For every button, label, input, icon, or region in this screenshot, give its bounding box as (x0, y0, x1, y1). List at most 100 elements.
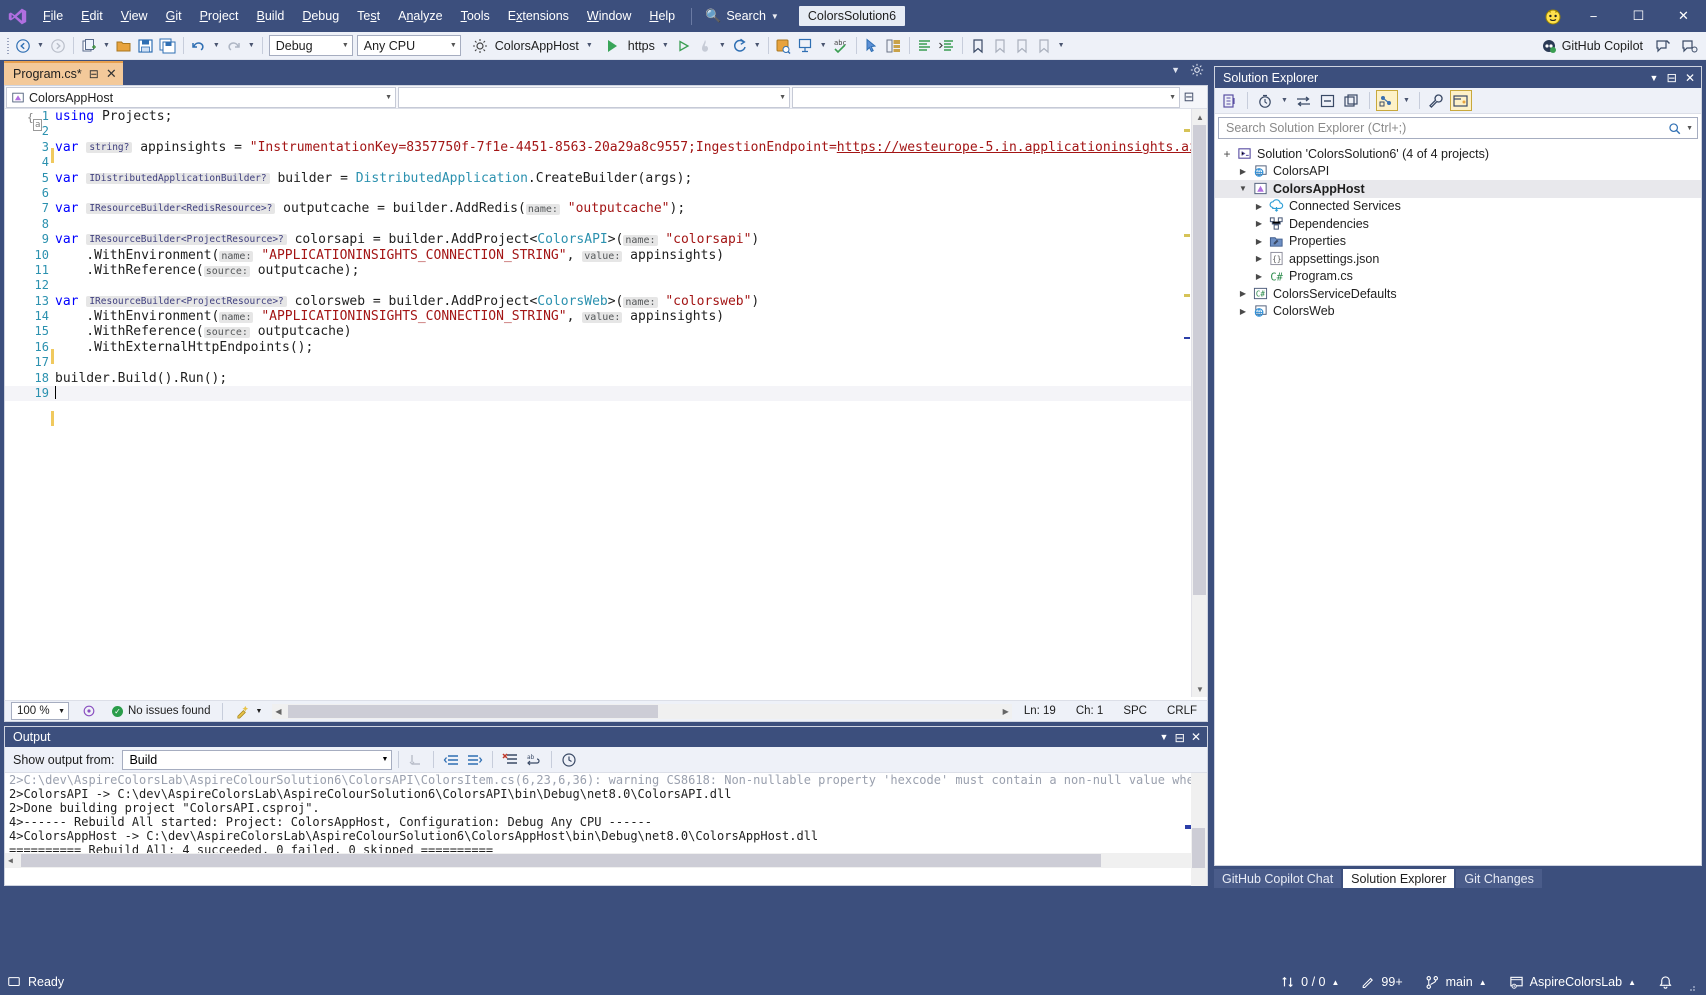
source-control-sync[interactable]: 0 / 0 ▲ (1270, 969, 1350, 995)
tree-item-colorsapphost[interactable]: ▼ColorsAppHost (1215, 180, 1701, 198)
hot-reload-icon[interactable] (694, 35, 716, 57)
tab-program-cs[interactable]: Program.cs* ⊟ ✕ (4, 61, 123, 85)
nav-type-combo[interactable]: ▼ (398, 87, 790, 108)
toolbar-grip[interactable] (4, 37, 12, 55)
scroll-right-icon[interactable]: ▶ (1003, 707, 1009, 716)
nav-member-combo[interactable]: ▼ (792, 87, 1180, 108)
output-vertical-scrollbar[interactable] (1191, 773, 1207, 886)
menu-build[interactable]: Build (248, 4, 294, 28)
output-source-combo[interactable]: Build ▼ (122, 750, 392, 770)
menu-test[interactable]: Test (348, 4, 389, 28)
tab-github-copilot-chat[interactable]: GitHub Copilot Chat (1214, 869, 1341, 888)
output-horizontal-scrollbar[interactable]: ◀ (5, 853, 1191, 868)
search-options-icon[interactable]: ▼ (1681, 125, 1693, 132)
menu-window[interactable]: Window (578, 4, 640, 28)
close-icon[interactable]: ✕ (1685, 71, 1695, 85)
minimize-button[interactable]: − (1571, 0, 1616, 32)
chevron-right-icon[interactable]: ▶ (1251, 272, 1267, 281)
pin-icon[interactable]: ⊟ (1666, 70, 1676, 85)
toolbar-overflow-icon[interactable]: ▼ (1055, 42, 1068, 49)
new-project-icon[interactable] (78, 35, 100, 57)
start-without-debugging-icon[interactable] (672, 35, 694, 57)
next-bookmark-icon[interactable] (1011, 35, 1033, 57)
solution-view-toggle-icon[interactable] (1376, 90, 1398, 111)
window-resize-grip[interactable] (1684, 969, 1698, 995)
maximize-button[interactable]: ☐ (1616, 0, 1661, 32)
tree-item-properties[interactable]: ▶Properties (1215, 233, 1701, 251)
issues-status[interactable]: ✓ No issues found (104, 705, 218, 717)
tab-git-changes[interactable]: Git Changes (1456, 869, 1541, 888)
startup-project-label[interactable]: ColorsAppHost (491, 39, 583, 53)
redo-dropdown-icon[interactable]: ▼ (245, 42, 258, 49)
toggle-word-wrap-icon[interactable]: ab (523, 749, 545, 771)
previous-message-icon[interactable] (440, 749, 462, 771)
indent-icon[interactable] (936, 35, 958, 57)
split-view-icon[interactable]: ⊟ (1181, 86, 1197, 108)
tree-item-solution-colorssolution6-4-of-4-projects[interactable]: +Solution 'ColorsSolution6' (4 of 4 proj… (1215, 145, 1701, 163)
new-project-dropdown-icon[interactable]: ▼ (100, 42, 113, 49)
close-icon[interactable]: ✕ (106, 66, 117, 82)
undo-icon[interactable] (188, 35, 210, 57)
navigate-backward-dropdown-icon[interactable]: ▼ (34, 42, 47, 49)
run-profile-dropdown-icon[interactable]: ▼ (659, 42, 672, 49)
navigate-backward-icon[interactable] (12, 35, 34, 57)
menu-edit[interactable]: Edit (72, 4, 112, 28)
menu-extensions[interactable]: Extensions (499, 4, 578, 28)
solution-explorer-search-toggle-icon[interactable] (1219, 90, 1241, 111)
restart-dropdown-icon[interactable]: ▼ (751, 42, 764, 49)
send-feedback-icon[interactable] (1652, 35, 1674, 57)
properties-window-icon[interactable] (1426, 90, 1448, 111)
gear-icon[interactable] (1190, 63, 1204, 77)
sync-with-active-document-icon[interactable] (1293, 90, 1315, 111)
live-visual-tree-icon[interactable] (795, 35, 817, 57)
menu-help[interactable]: Help (640, 4, 684, 28)
scroll-up-icon[interactable]: ▲ (1192, 109, 1208, 125)
solution-platform-combo[interactable]: Any CPU ▼ (357, 35, 461, 56)
run-profile-label[interactable]: https (624, 39, 659, 53)
save-icon[interactable] (135, 35, 157, 57)
chevron-right-icon[interactable]: ▶ (1251, 237, 1267, 246)
zoom-level-combo[interactable]: 100 % ▼ (11, 702, 69, 720)
menu-git[interactable]: Git (157, 4, 191, 28)
tree-item-connected-services[interactable]: ▶Connected Services (1215, 198, 1701, 216)
nav-project-combo[interactable]: ColorsAppHost ▼ (6, 87, 396, 108)
scrollbar-thumb[interactable] (1192, 828, 1205, 868)
live-visual-tree-dropdown-icon[interactable]: ▼ (817, 42, 830, 49)
pending-changes[interactable]: 99+ (1350, 969, 1413, 995)
github-copilot-button[interactable]: GitHub Copilot (1536, 38, 1648, 54)
align-left-icon[interactable] (914, 35, 936, 57)
close-icon[interactable]: ✕ (1191, 730, 1201, 744)
hscrollbar-thumb[interactable] (288, 705, 658, 718)
open-file-icon[interactable] (113, 35, 135, 57)
redo-icon[interactable] (223, 35, 245, 57)
search-box[interactable]: 🔍 Search ▼ (699, 5, 785, 27)
solution-explorer-search-input[interactable]: Search Solution Explorer (Ctrl+;) ▼ (1218, 117, 1698, 139)
next-message-icon[interactable] (464, 749, 486, 771)
save-all-icon[interactable] (157, 35, 179, 57)
hscrollbar-thumb[interactable] (21, 854, 1101, 867)
scroll-left-icon[interactable]: ◀ (275, 707, 281, 716)
pin-icon[interactable]: ⊟ (89, 67, 99, 81)
output-options-icon[interactable]: ▼ (1160, 732, 1169, 742)
code-surface[interactable]: { a 1using Projects;23var string? appins… (5, 109, 1207, 697)
select-element-icon[interactable] (773, 35, 795, 57)
chevron-right-icon[interactable]: ▶ (1235, 289, 1251, 298)
copilot-status-icon[interactable] (1535, 6, 1571, 26)
hot-reload-dropdown-icon[interactable]: ▼ (716, 42, 729, 49)
go-to-message-icon[interactable] (405, 749, 427, 771)
pin-icon[interactable]: ⊟ (1174, 730, 1184, 745)
start-debug-icon[interactable] (602, 35, 624, 57)
menu-view[interactable]: View (112, 4, 157, 28)
code-cleanup-icon[interactable]: ▼ (227, 704, 270, 719)
pointer-select-icon[interactable] (861, 35, 883, 57)
chevron-right-icon[interactable]: ▶ (1251, 202, 1267, 211)
tree-item-colorsweb[interactable]: ▶ColorsWeb (1215, 303, 1701, 321)
repository-selector[interactable]: AspireColorsLab ▲ (1498, 969, 1647, 995)
menu-file[interactable]: File (34, 4, 72, 28)
startup-project-dropdown-icon[interactable]: ▼ (583, 42, 596, 49)
chevron-right-icon[interactable]: ▶ (1251, 219, 1267, 228)
active-files-dropdown-icon[interactable]: ▼ (1171, 65, 1180, 75)
panel-options-icon[interactable]: ▼ (1650, 73, 1659, 83)
menu-debug[interactable]: Debug (293, 4, 348, 28)
pending-changes-filter-icon[interactable] (1254, 90, 1276, 111)
